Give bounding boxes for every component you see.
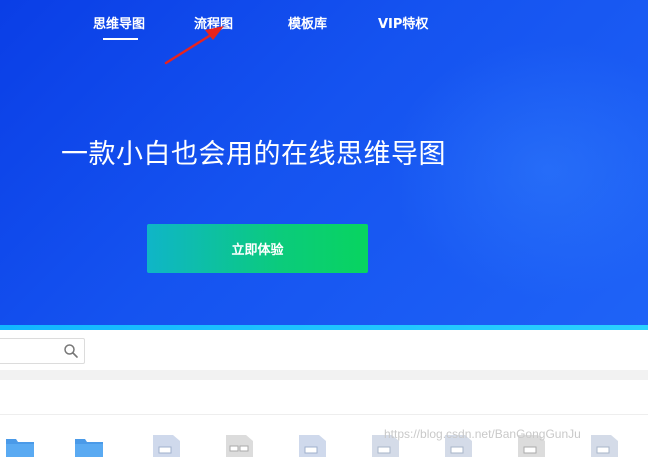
folder-icon[interactable] bbox=[74, 435, 104, 457]
section-divider bbox=[0, 414, 648, 415]
watermark: https://blog.csdn.net/BanGongGunJu bbox=[384, 427, 581, 441]
nav-item-templates[interactable]: 模板库 bbox=[288, 13, 327, 32]
toolbar-strip bbox=[0, 370, 648, 380]
search-icon[interactable] bbox=[63, 343, 79, 359]
folder-icon[interactable] bbox=[5, 435, 35, 457]
nav-item-mindmap[interactable]: 思维导图 bbox=[93, 13, 145, 32]
search-input[interactable] bbox=[0, 338, 85, 364]
nav-item-flowchart[interactable]: 流程图 bbox=[194, 13, 233, 32]
try-now-button-label: 立即体验 bbox=[231, 243, 284, 258]
try-now-button[interactable]: 立即体验 bbox=[147, 224, 368, 273]
document-icon[interactable] bbox=[589, 435, 619, 457]
document-icon[interactable] bbox=[297, 435, 327, 457]
nav-item-vip[interactable]: VIP特权 bbox=[378, 13, 428, 32]
hero-banner: 思维导图 流程图 模板库 VIP特权 一款小白也会用的在线思维导图 立即体验 bbox=[0, 0, 648, 329]
hero-bottom-line bbox=[0, 325, 648, 330]
document-icon[interactable] bbox=[151, 435, 181, 457]
hero-headline: 一款小白也会用的在线思维导图 bbox=[61, 139, 446, 170]
nav-active-underline bbox=[103, 38, 138, 40]
document-icon[interactable] bbox=[224, 435, 254, 457]
